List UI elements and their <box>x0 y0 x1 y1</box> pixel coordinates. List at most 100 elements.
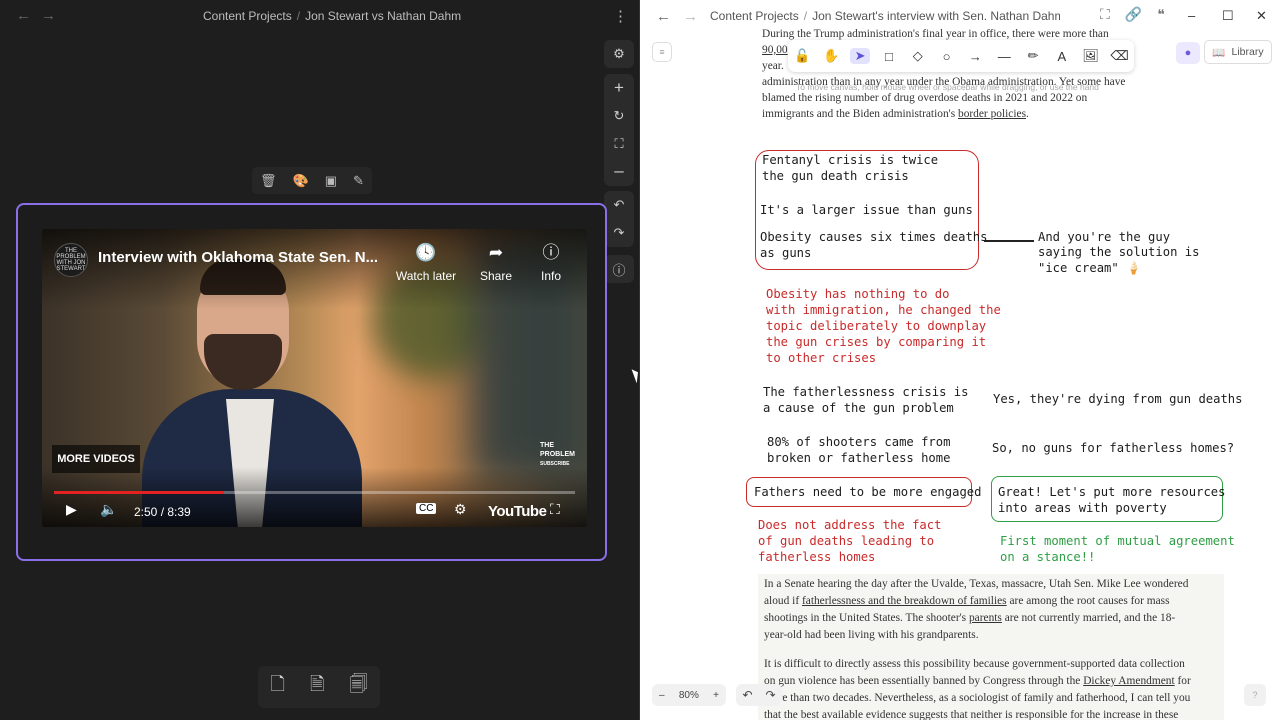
note-obesity-1[interactable]: Obesity causes six times deaths <box>760 229 987 245</box>
lock-icon[interactable]: 🔓 <box>792 48 812 64</box>
note-larger-issue[interactable]: It's a larger issue than guns <box>760 202 973 218</box>
note-red-address[interactable]: Does not address the fact of gun deaths … <box>758 517 941 565</box>
fatherlessness-link[interactable]: fatherlessness and the breakdown of fami… <box>802 595 1007 607</box>
redo-icon[interactable]: ↷ <box>765 688 775 702</box>
expand-icon[interactable]: ⛶ <box>1100 6 1110 23</box>
channel-badge-text: THE PROBLEM WITH JON STEWART <box>56 248 86 272</box>
volume-icon[interactable]: 🔈 <box>100 501 117 518</box>
close-icon[interactable]: ✕ <box>1256 8 1267 24</box>
video-embed-node[interactable]: THE PROBLEM WITH JON STEWART Interview w… <box>16 203 607 561</box>
edit-icon[interactable]: ✎ <box>353 173 364 189</box>
reset-icon[interactable]: ↻ <box>606 103 632 129</box>
undo-icon[interactable]: ↶ <box>742 688 752 702</box>
eraser-icon[interactable]: ⌫ <box>1110 48 1130 64</box>
zoom-out-icon[interactable]: – <box>659 690 665 701</box>
palette-icon[interactable]: 🎨 <box>293 173 309 189</box>
parents-link[interactable]: parents <box>969 612 1002 624</box>
selection-icon[interactable]: ➤ <box>850 48 871 64</box>
note-fentanyl-1[interactable]: Fentanyl crisis is twice <box>762 152 938 168</box>
library-label: Library <box>1231 46 1264 58</box>
settings-icon[interactable]: ⚙ <box>454 501 467 518</box>
youtube-logo[interactable]: YouTube <box>488 503 547 520</box>
note-shooters-1[interactable]: 80% of shooters came from <box>767 434 950 450</box>
note-ice-cream-1[interactable]: And you're the guy <box>1038 229 1170 245</box>
breadcrumb-file[interactable]: Jon Stewart vs Nathan Dahm <box>305 9 461 23</box>
zoom-level[interactable]: 80% <box>679 690 699 701</box>
info-button[interactable]: ⓘ Info <box>516 243 586 283</box>
diamond-icon[interactable]: ◇ <box>908 48 928 64</box>
note-fatherless-1[interactable]: The fatherlessness crisis is <box>763 384 968 400</box>
undo-icon[interactable]: ↶ <box>606 192 632 218</box>
note-fathers-engaged[interactable]: Fathers need to be more engaged <box>754 484 981 500</box>
breadcrumb-folder[interactable]: Content Projects <box>203 9 292 23</box>
pencil-icon[interactable]: ✏ <box>1023 48 1043 64</box>
progress-bar[interactable] <box>54 491 575 494</box>
doc-line: immigrants and the Biden administration'… <box>762 106 1029 122</box>
text-icon[interactable]: A <box>1052 49 1072 64</box>
focus-icon[interactable]: ▣ <box>325 173 337 189</box>
back-arrow-icon[interactable]: ← <box>16 8 31 24</box>
breadcrumb-folder[interactable]: Content Projects <box>710 9 799 23</box>
youtube-player[interactable]: THE PROBLEM WITH JON STEWART Interview w… <box>42 229 587 527</box>
note-no-guns[interactable]: So, no guns for fatherless homes? <box>992 440 1234 456</box>
video-title[interactable]: Interview with Oklahoma State Sen. N... <box>98 249 378 266</box>
new-document-icon[interactable]: 🗎 <box>310 672 324 702</box>
watch-later-button[interactable]: 🕓 Watch later <box>391 243 461 283</box>
redo-icon[interactable]: ↷ <box>606 220 632 246</box>
fullscreen-icon[interactable]: ⛶ <box>550 501 560 518</box>
help-icon[interactable]: ? <box>1244 684 1266 706</box>
note-fentanyl-2[interactable]: the gun death crisis <box>762 168 909 184</box>
note-obesity-2[interactable]: as guns <box>760 245 811 261</box>
delete-icon[interactable]: 🗑 <box>260 173 277 189</box>
arrow-icon[interactable]: → <box>965 49 985 64</box>
breadcrumb: Content Projects / Jon Stewart vs Nathan D… <box>203 9 462 23</box>
library-button[interactable]: 📖 Library <box>1204 40 1272 64</box>
note-red-obesity[interactable]: Obesity has nothing to do with immigrati… <box>766 286 1001 366</box>
back-arrow-icon[interactable]: ← <box>656 8 671 25</box>
new-note-icon[interactable]: 🗋 <box>271 672 285 702</box>
zoom-in-icon[interactable]: + <box>606 75 632 101</box>
progress-fill <box>54 491 225 494</box>
note-ice-cream-3[interactable]: "ice cream" 🍦 <box>1038 260 1141 276</box>
border-policies-link[interactable]: border policies <box>958 108 1026 120</box>
brush-icon[interactable]: ● <box>1176 42 1200 64</box>
zoom-out-icon[interactable]: – <box>606 158 632 184</box>
new-canvas-icon[interactable]: 🗐 <box>350 672 368 702</box>
dickey-amendment-link[interactable]: Dickey Amendment <box>1083 675 1174 687</box>
breadcrumb-file[interactable]: Jon Stewart's interview with Sen. Nathan… <box>812 9 1060 23</box>
line-icon[interactable]: — <box>994 49 1014 64</box>
note-resources-2[interactable]: into areas with poverty <box>998 500 1167 516</box>
left-nav: ← → <box>16 8 56 24</box>
connector-line[interactable] <box>984 240 1034 242</box>
doc-text-span: immigrants and the Biden administration'… <box>762 108 956 120</box>
doc-text-span: for <box>1174 675 1191 687</box>
hamburger-menu-icon[interactable]: ≡ <box>652 42 672 62</box>
forward-arrow-icon[interactable]: → <box>41 8 56 24</box>
image-icon[interactable]: 🖼 <box>1081 48 1101 64</box>
help-icon[interactable]: ⓘ <box>606 256 632 282</box>
captions-icon[interactable]: CC <box>416 503 437 514</box>
play-icon[interactable]: ▶ <box>66 501 77 518</box>
note-fatherless-2[interactable]: a cause of the gun problem <box>763 400 954 416</box>
quote-icon[interactable]: ❝ <box>1157 6 1165 23</box>
fit-screen-icon[interactable]: ⛶ <box>606 131 632 157</box>
minimize-icon[interactable]: – <box>1188 8 1195 23</box>
watch-later-label: Watch later <box>395 269 457 283</box>
hand-icon[interactable]: ✋ <box>821 48 841 64</box>
more-options-icon[interactable]: ⋮ <box>613 7 628 25</box>
note-ice-cream-2[interactable]: saying the solution is <box>1038 244 1199 260</box>
note-dying[interactable]: Yes, they're dying from gun deaths <box>993 391 1242 407</box>
note-shooters-2[interactable]: broken or fatherless home <box>767 450 950 466</box>
toolbar-hint: To move canvas, hold mouse wheel or spac… <box>796 82 1099 92</box>
maximize-icon[interactable]: ☐ <box>1222 8 1234 24</box>
doc-link[interactable]: 90,00 <box>762 44 788 56</box>
gear-icon[interactable]: ⚙ <box>606 41 632 67</box>
channel-avatar[interactable]: THE PROBLEM WITH JON STEWART <box>54 243 88 277</box>
note-resources-1[interactable]: Great! Let's put more resources <box>998 484 1225 500</box>
ellipse-icon[interactable]: ○ <box>937 49 957 64</box>
forward-arrow-icon[interactable]: → <box>683 8 698 25</box>
zoom-in-icon[interactable]: + <box>713 690 719 701</box>
note-green-agreement[interactable]: First moment of mutual agreement on a st… <box>1000 533 1235 565</box>
link-icon[interactable]: 🔗 <box>1125 6 1142 23</box>
rectangle-icon[interactable]: □ <box>879 49 899 64</box>
